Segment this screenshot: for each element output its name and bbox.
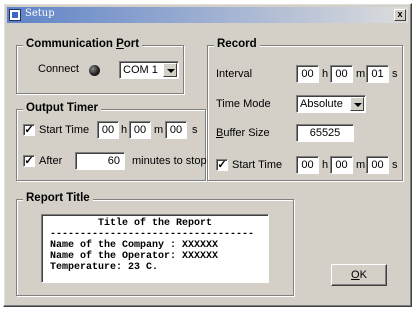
after-checkbox[interactable]: ✓	[23, 155, 35, 167]
report-line-temperature: Temperature: 23 C.	[50, 262, 159, 273]
minute-unit: m	[356, 159, 366, 171]
output-start-hour-field[interactable]: 00	[97, 121, 119, 139]
communication-port-title: Communication Port	[23, 38, 143, 50]
output-start-time-label: Start Time	[39, 124, 90, 136]
output-timer-title: Output Timer	[23, 102, 101, 114]
second-unit: s	[192, 124, 198, 136]
report-title-group: Report Title Title of the Report -------…	[16, 192, 294, 296]
output-start-time-checkbox[interactable]: ✓	[23, 124, 35, 136]
interval-hour-field[interactable]: 00	[296, 65, 319, 83]
setup-dialog: Setup x Communication Port Connect COM 1…	[3, 3, 412, 307]
com-port-value: COM 1	[123, 64, 158, 76]
report-line-company: Name of the Company : XXXXXX	[50, 240, 219, 251]
connection-status-indicator	[89, 65, 100, 76]
report-rule-line: ----------------------------------	[50, 229, 255, 240]
second-unit: s	[392, 159, 398, 171]
report-title-heading: Report Title	[23, 192, 93, 204]
report-title-textarea[interactable]: Title of the Report --------------------…	[41, 214, 269, 283]
after-minutes-field[interactable]: 60	[75, 152, 125, 170]
output-start-minute-field[interactable]: 00	[129, 121, 151, 139]
hour-unit: h	[322, 68, 329, 80]
time-mode-value: Absolute	[300, 98, 343, 110]
minute-unit: m	[154, 124, 164, 136]
com-port-select[interactable]: COM 1	[119, 61, 179, 79]
record-start-minute-field[interactable]: 00	[330, 156, 353, 174]
output-start-second-field[interactable]: 00	[165, 121, 187, 139]
chevron-down-icon[interactable]	[350, 97, 364, 111]
minutes-to-stop-label: minutes to stop	[132, 155, 207, 167]
record-start-time-label: Start Time	[232, 159, 283, 171]
output-timer-group: Output Timer ✓ Start Time 00 h 00 m 00 s…	[16, 102, 207, 181]
record-title: Record	[214, 38, 260, 50]
ok-button[interactable]: OK	[331, 264, 387, 286]
title-bar[interactable]: Setup x	[7, 7, 408, 23]
app-icon	[9, 9, 21, 21]
report-line-operator: Name of the Operator: XXXXXX	[50, 251, 219, 262]
interval-minute-field[interactable]: 00	[330, 65, 353, 83]
buffer-size-label: Buffer Size	[216, 127, 270, 139]
hour-unit: h	[322, 159, 329, 171]
minute-unit: m	[356, 68, 366, 80]
record-start-time-checkbox[interactable]: ✓	[216, 159, 228, 171]
time-mode-label: Time Mode	[216, 98, 271, 110]
interval-label: Interval	[216, 68, 253, 80]
interval-second-field[interactable]: 01	[366, 65, 389, 83]
time-mode-select[interactable]: Absolute	[296, 95, 366, 113]
buffer-size-field[interactable]: 65525	[296, 124, 354, 142]
chevron-down-icon[interactable]	[163, 63, 177, 77]
hour-unit: h	[121, 124, 128, 136]
second-unit: s	[392, 68, 398, 80]
after-label: After	[39, 155, 63, 167]
close-button[interactable]: x	[394, 9, 406, 21]
communication-port-group: Communication Port Connect COM 1	[16, 38, 184, 94]
report-heading-line: Title of the Report	[97, 218, 213, 229]
connect-label: Connect	[38, 63, 79, 75]
record-start-second-field[interactable]: 00	[366, 156, 389, 174]
window-title: Setup	[25, 8, 55, 19]
record-start-hour-field[interactable]: 00	[296, 156, 319, 174]
record-group: Record Interval 00 h 00 m 01 s Time Mode…	[207, 38, 403, 181]
